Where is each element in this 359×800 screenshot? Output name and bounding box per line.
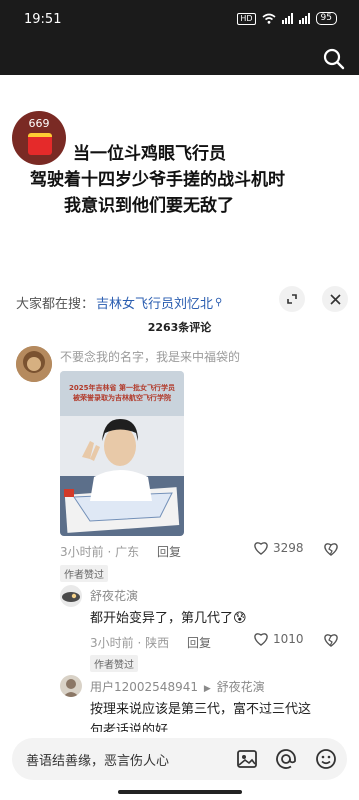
dot-separator: ·: [107, 545, 116, 559]
reply-avatar[interactable]: [60, 585, 82, 607]
caption-line-3: 我意识到他们要无敌了: [64, 196, 234, 216]
dislike-icon[interactable]: [323, 633, 339, 647]
top-bar: 19:51 HD 95: [0, 0, 359, 75]
wifi-icon: [262, 13, 276, 24]
reply-meta: 3小时前 · 陕西 回复: [90, 634, 211, 651]
caption-line-1: 当一位斗鸡眼飞行员: [73, 144, 226, 164]
author-liked-tag: 作者赞过: [90, 655, 138, 672]
comment-meta: 3小时前 · 广东 回复: [60, 543, 181, 560]
reply-like-button[interactable]: 1010: [253, 632, 304, 646]
reply-text: 都开始变异了，第几代了😰: [90, 607, 247, 626]
emoji-icon[interactable]: [314, 747, 338, 771]
trending-query[interactable]: 吉林女飞行员刘忆北: [96, 293, 213, 312]
status-time: 19:51: [24, 12, 62, 27]
sweat-emoji-icon: 😰: [233, 611, 247, 626]
status-bar: 19:51 HD 95: [0, 0, 359, 40]
status-icons: HD 95: [237, 12, 337, 25]
dislike-icon[interactable]: [323, 542, 339, 556]
search-icon[interactable]: [323, 48, 345, 70]
comment-input-bar: 善语结善缘，恶言伤人心: [0, 732, 359, 800]
like-button[interactable]: 3298: [253, 541, 304, 555]
reply-text: 按理来说应该是第三代，富不过三代这: [90, 702, 312, 717]
comment-input-placeholder: 善语结善缘，恶言伤人心: [26, 754, 170, 769]
comments-panel: 大家都在搜： 吉林女飞行员刘忆北 ⚲ 2263条评论 不要念我的名字，我是来中福…: [0, 278, 359, 800]
author-liked-tag: 作者赞过: [60, 565, 108, 582]
reply-header: 用户12002548941 ▶ 舒夜花演: [90, 678, 265, 695]
comment-text: 不要念我的名字，我是来中福袋的: [60, 350, 241, 364]
comment-location: 广东: [115, 545, 140, 559]
mention-icon[interactable]: [274, 747, 298, 771]
comment-input[interactable]: 善语结善缘，恶言伤人心: [12, 738, 347, 780]
battery-icon: 95: [315, 12, 337, 25]
reply-time: 3小时前: [90, 636, 134, 650]
like-count: 3298: [273, 541, 304, 555]
comment-count: 2263条评论: [147, 321, 212, 334]
heart-icon: [254, 542, 268, 555]
reply-button[interactable]: 回复: [187, 636, 211, 650]
hd-icon: HD: [237, 12, 256, 25]
signal-icon-2: [298, 13, 310, 24]
comment-photo[interactable]: 2025年吉林省 第一批女飞行学员 被荣誉录取为吉林航空飞行学院: [60, 371, 184, 536]
caption-line-2: 驾驶着十四岁少爷手搓的战斗机时: [30, 170, 285, 190]
image-icon[interactable]: [235, 747, 259, 771]
lucky-bag-badge[interactable]: 669: [12, 111, 66, 165]
avatar[interactable]: [16, 346, 52, 382]
trending-label: 大家都在搜：: [16, 296, 95, 312]
search-small-icon: ⚲: [215, 296, 223, 308]
reply-arrow-icon: ▶: [203, 684, 211, 694]
reply-text-body: 都开始变异了，第几代了: [90, 611, 234, 626]
signal-icon: [281, 13, 293, 24]
reply-location: 陕西: [145, 636, 170, 650]
reply-author[interactable]: 舒夜花演: [90, 587, 138, 604]
reply-like-count: 1010: [273, 632, 304, 646]
home-indicator[interactable]: [118, 790, 242, 794]
trending-search[interactable]: 大家都在搜： 吉林女飞行员刘忆北 ⚲: [16, 288, 222, 316]
heart-icon: [254, 633, 268, 646]
close-icon[interactable]: [322, 286, 348, 312]
reply-to-author[interactable]: 舒夜花演: [217, 680, 265, 694]
red-envelope-icon: [28, 133, 52, 155]
expand-icon[interactable]: [279, 286, 305, 312]
dot-separator: ·: [137, 636, 146, 650]
reply-button[interactable]: 回复: [157, 545, 181, 559]
reply-avatar[interactable]: [60, 675, 82, 697]
video-frame[interactable]: 669 当一位斗鸡眼飞行员 驾驶着十四岁少爷手搓的战斗机时 我意识到他们要无敌了: [0, 75, 359, 280]
comment-time: 3小时前: [60, 545, 104, 559]
photo-banner: 2025年吉林省 第一批女飞行学员 被荣誉录取为吉林航空飞行学院: [69, 384, 175, 402]
reply-author[interactable]: 用户12002548941: [90, 680, 198, 694]
badge-number: 669: [28, 117, 50, 130]
